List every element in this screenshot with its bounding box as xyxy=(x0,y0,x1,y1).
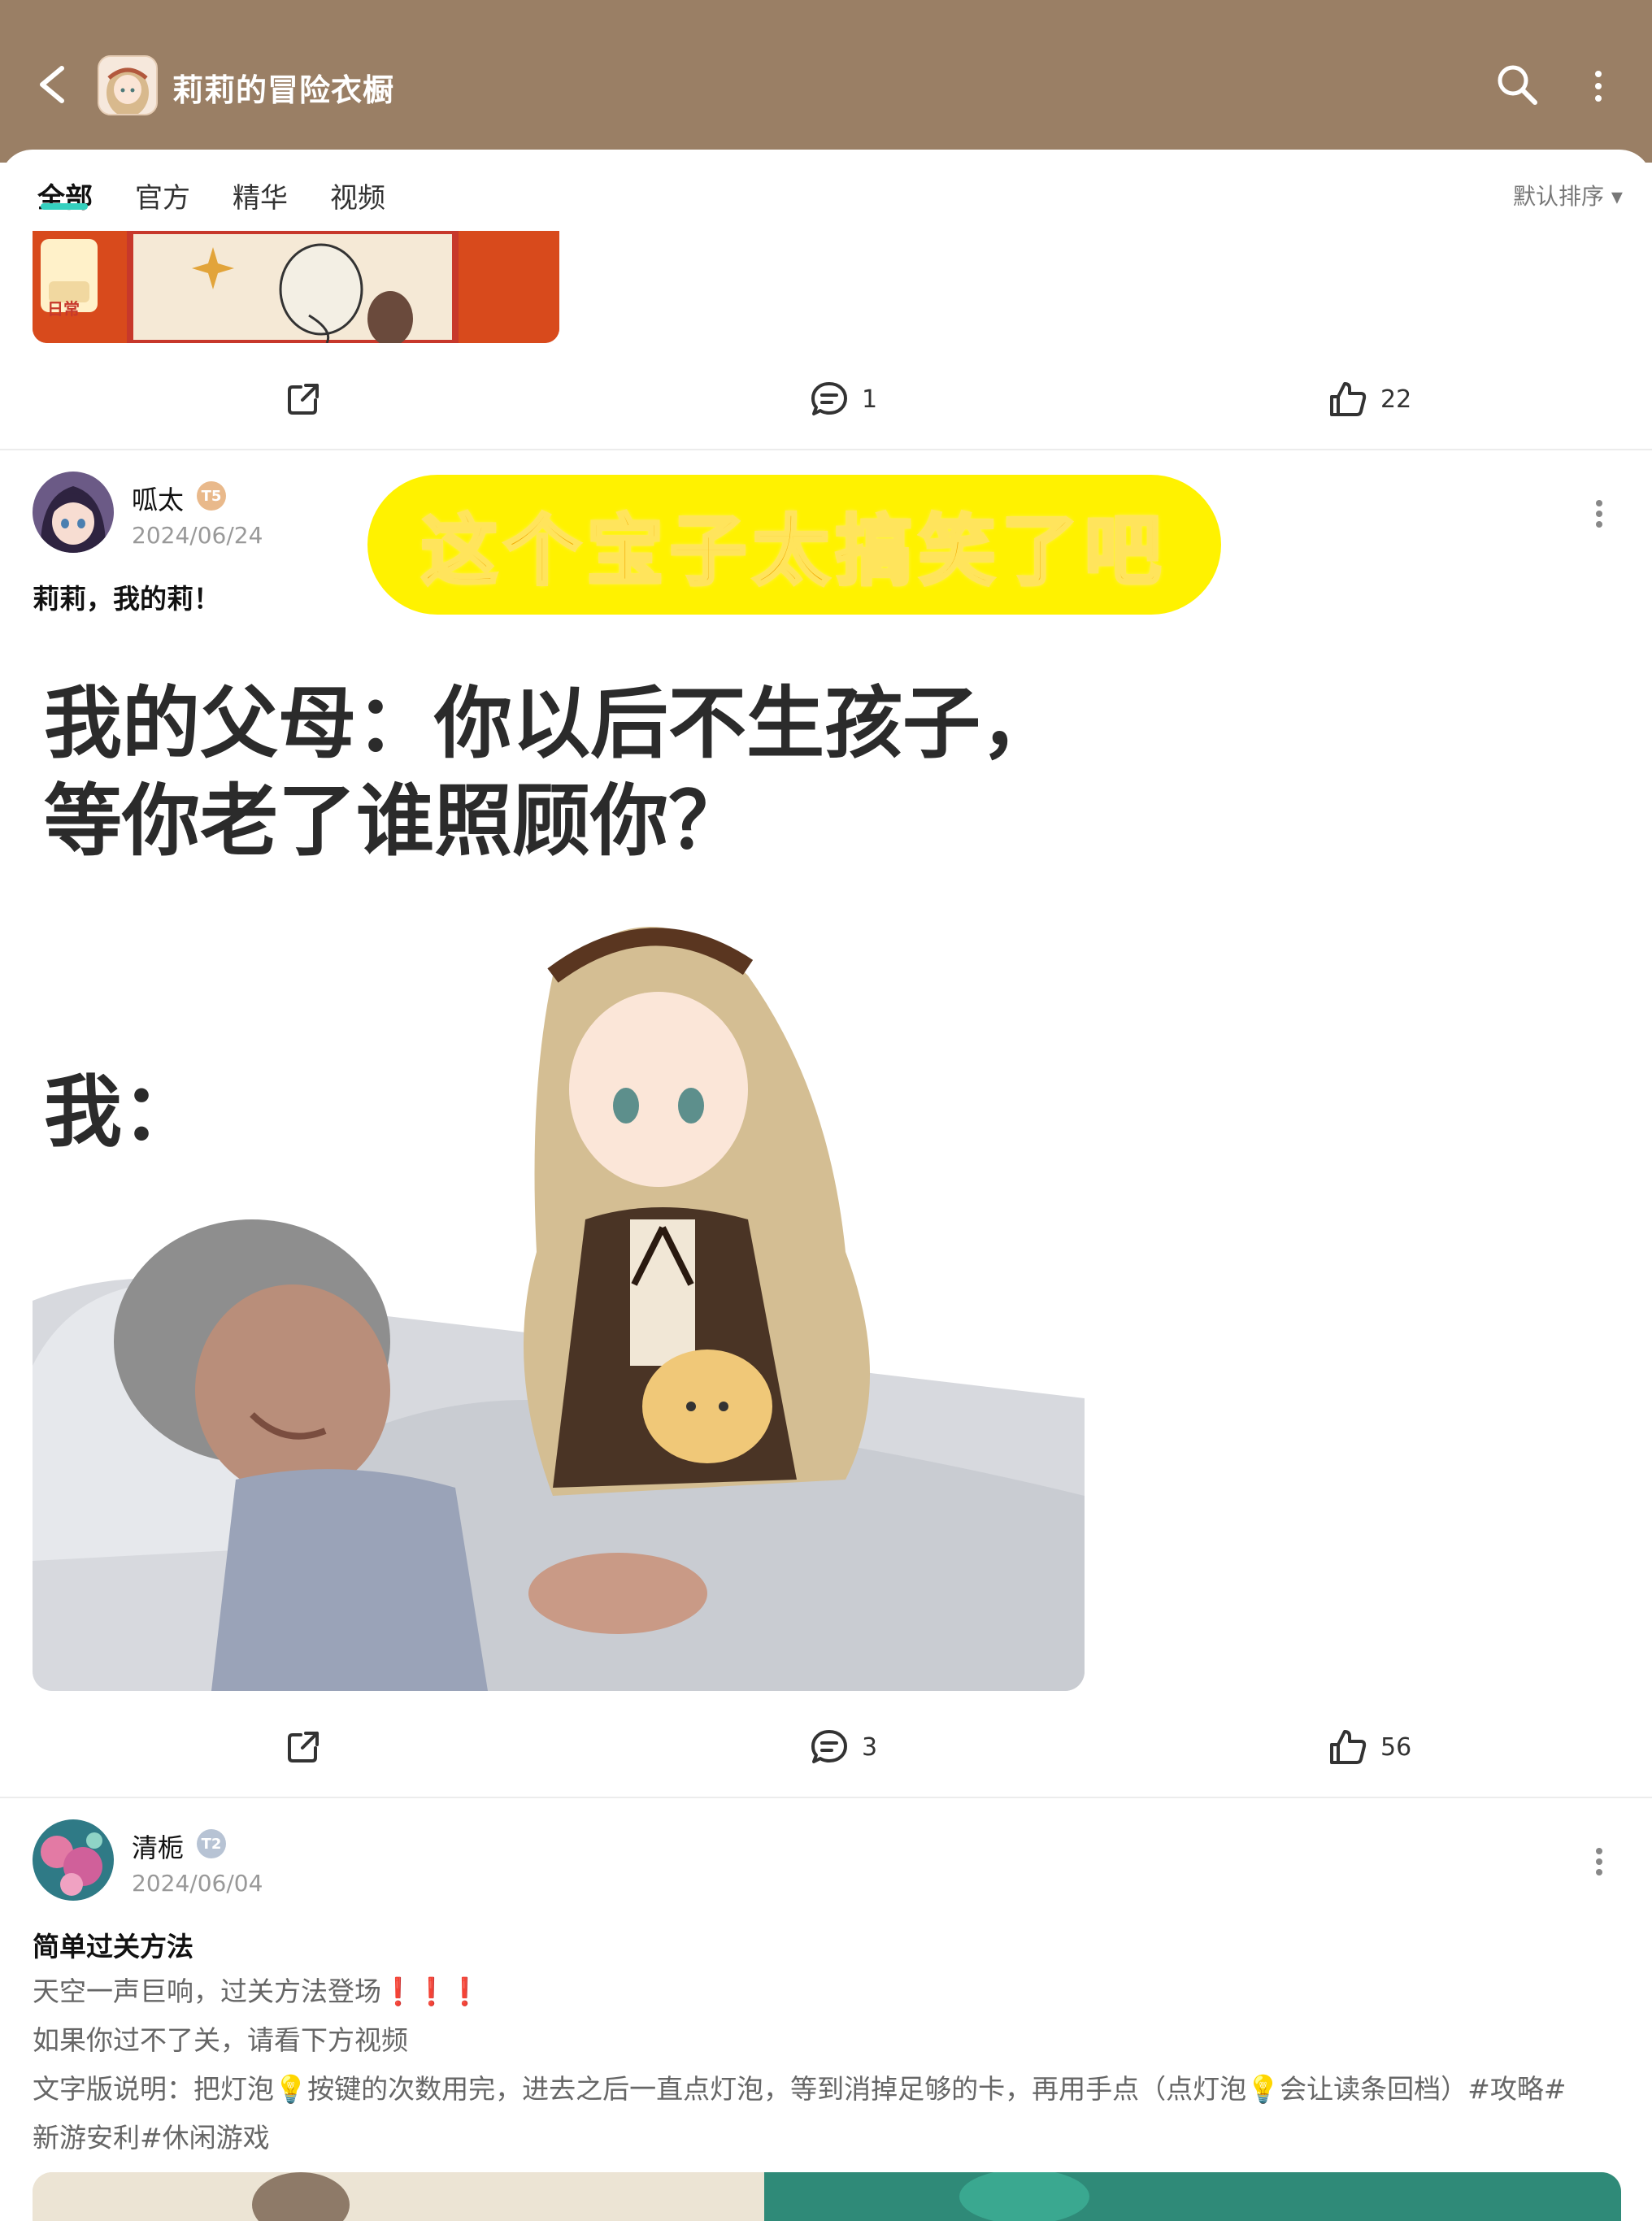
status-bar xyxy=(0,0,1652,15)
search-icon[interactable] xyxy=(1494,62,1540,107)
post-video-thumbnail[interactable] xyxy=(33,2172,1621,2221)
like-button[interactable]: 56 xyxy=(1328,1728,1411,1766)
previous-post-image[interactable] xyxy=(33,231,559,343)
post-body-line: 天空一声巨响，过关方法登场❗❗❗ xyxy=(33,1975,482,2007)
thumbs-up-icon xyxy=(1330,382,1367,416)
comment-count: 3 xyxy=(862,1732,878,1762)
tab-bar: 全部 官方 精华 视频 默认排序 ▾ xyxy=(0,150,1652,231)
post-divider xyxy=(0,449,1652,450)
post-actions: 3 56 xyxy=(0,1719,1652,1775)
share-button[interactable] xyxy=(285,380,322,418)
post-image[interactable]: 我的父母：你以后不生孩子， 等你老了谁照顾你？ 我： xyxy=(33,634,1085,1691)
post-body-line: 如果你过不了关，请看下方视频 xyxy=(33,2024,408,2056)
level-badge: T2 xyxy=(197,1829,226,1858)
post-title: 莉莉，我的莉！ xyxy=(33,583,220,615)
share-icon xyxy=(288,1732,319,1762)
overlay-caption-text: 这个宝子太搞笑了吧 xyxy=(420,506,1167,598)
tab-video[interactable]: 视频 xyxy=(330,176,385,215)
back-arrow-icon[interactable] xyxy=(34,63,70,106)
meme-illustration xyxy=(33,927,1085,1691)
like-count: 22 xyxy=(1380,385,1412,414)
like-count: 56 xyxy=(1380,1732,1412,1762)
post-body-line: 新游安利#休闲游戏 xyxy=(33,2122,270,2154)
tab-official[interactable]: 官方 xyxy=(135,176,190,215)
avatar[interactable] xyxy=(33,1819,114,1901)
post-title: 简单过关方法 xyxy=(33,1931,193,1962)
active-tab-indicator xyxy=(41,203,88,210)
app-icon xyxy=(98,55,158,115)
post-date: 2024/06/04 xyxy=(132,1870,263,1897)
overlay-caption: 这个宝子太搞笑了吧 xyxy=(367,475,1221,615)
image-badge: 日常 xyxy=(47,299,80,319)
post-body-line: 文字版说明：把灯泡💡按键的次数用完，进去之后一直点灯泡，等到消掉足够的卡，再用手… xyxy=(33,2073,1567,2105)
post-more-icon[interactable] xyxy=(1595,499,1603,528)
avatar[interactable] xyxy=(33,472,114,553)
comment-button[interactable]: 1 xyxy=(810,380,877,418)
post-divider xyxy=(0,1797,1652,1798)
more-options-icon[interactable] xyxy=(1593,70,1603,102)
thumbs-up-icon xyxy=(1330,1730,1367,1764)
comment-icon xyxy=(811,382,847,415)
prev-post-actions: 1 22 xyxy=(0,371,1652,428)
username[interactable]: 清栀 xyxy=(132,1828,184,1865)
comment-icon xyxy=(811,1730,847,1763)
top-app-bar: 莉莉的冒险衣橱 xyxy=(0,0,1652,163)
share-icon xyxy=(288,384,319,415)
page-title: 莉莉的冒险衣橱 xyxy=(172,72,395,108)
post-more-icon[interactable] xyxy=(1595,1847,1603,1876)
like-button[interactable]: 22 xyxy=(1328,380,1411,418)
username[interactable]: 呱太 xyxy=(132,480,184,517)
comment-count: 1 xyxy=(862,385,878,414)
share-button[interactable] xyxy=(285,1728,322,1766)
tab-featured[interactable]: 精华 xyxy=(233,176,288,215)
post-date: 2024/06/24 xyxy=(132,522,263,549)
level-badge: T5 xyxy=(197,481,226,511)
comment-button[interactable]: 3 xyxy=(810,1728,877,1766)
sort-dropdown[interactable]: 默认排序 ▾ xyxy=(1513,179,1623,211)
